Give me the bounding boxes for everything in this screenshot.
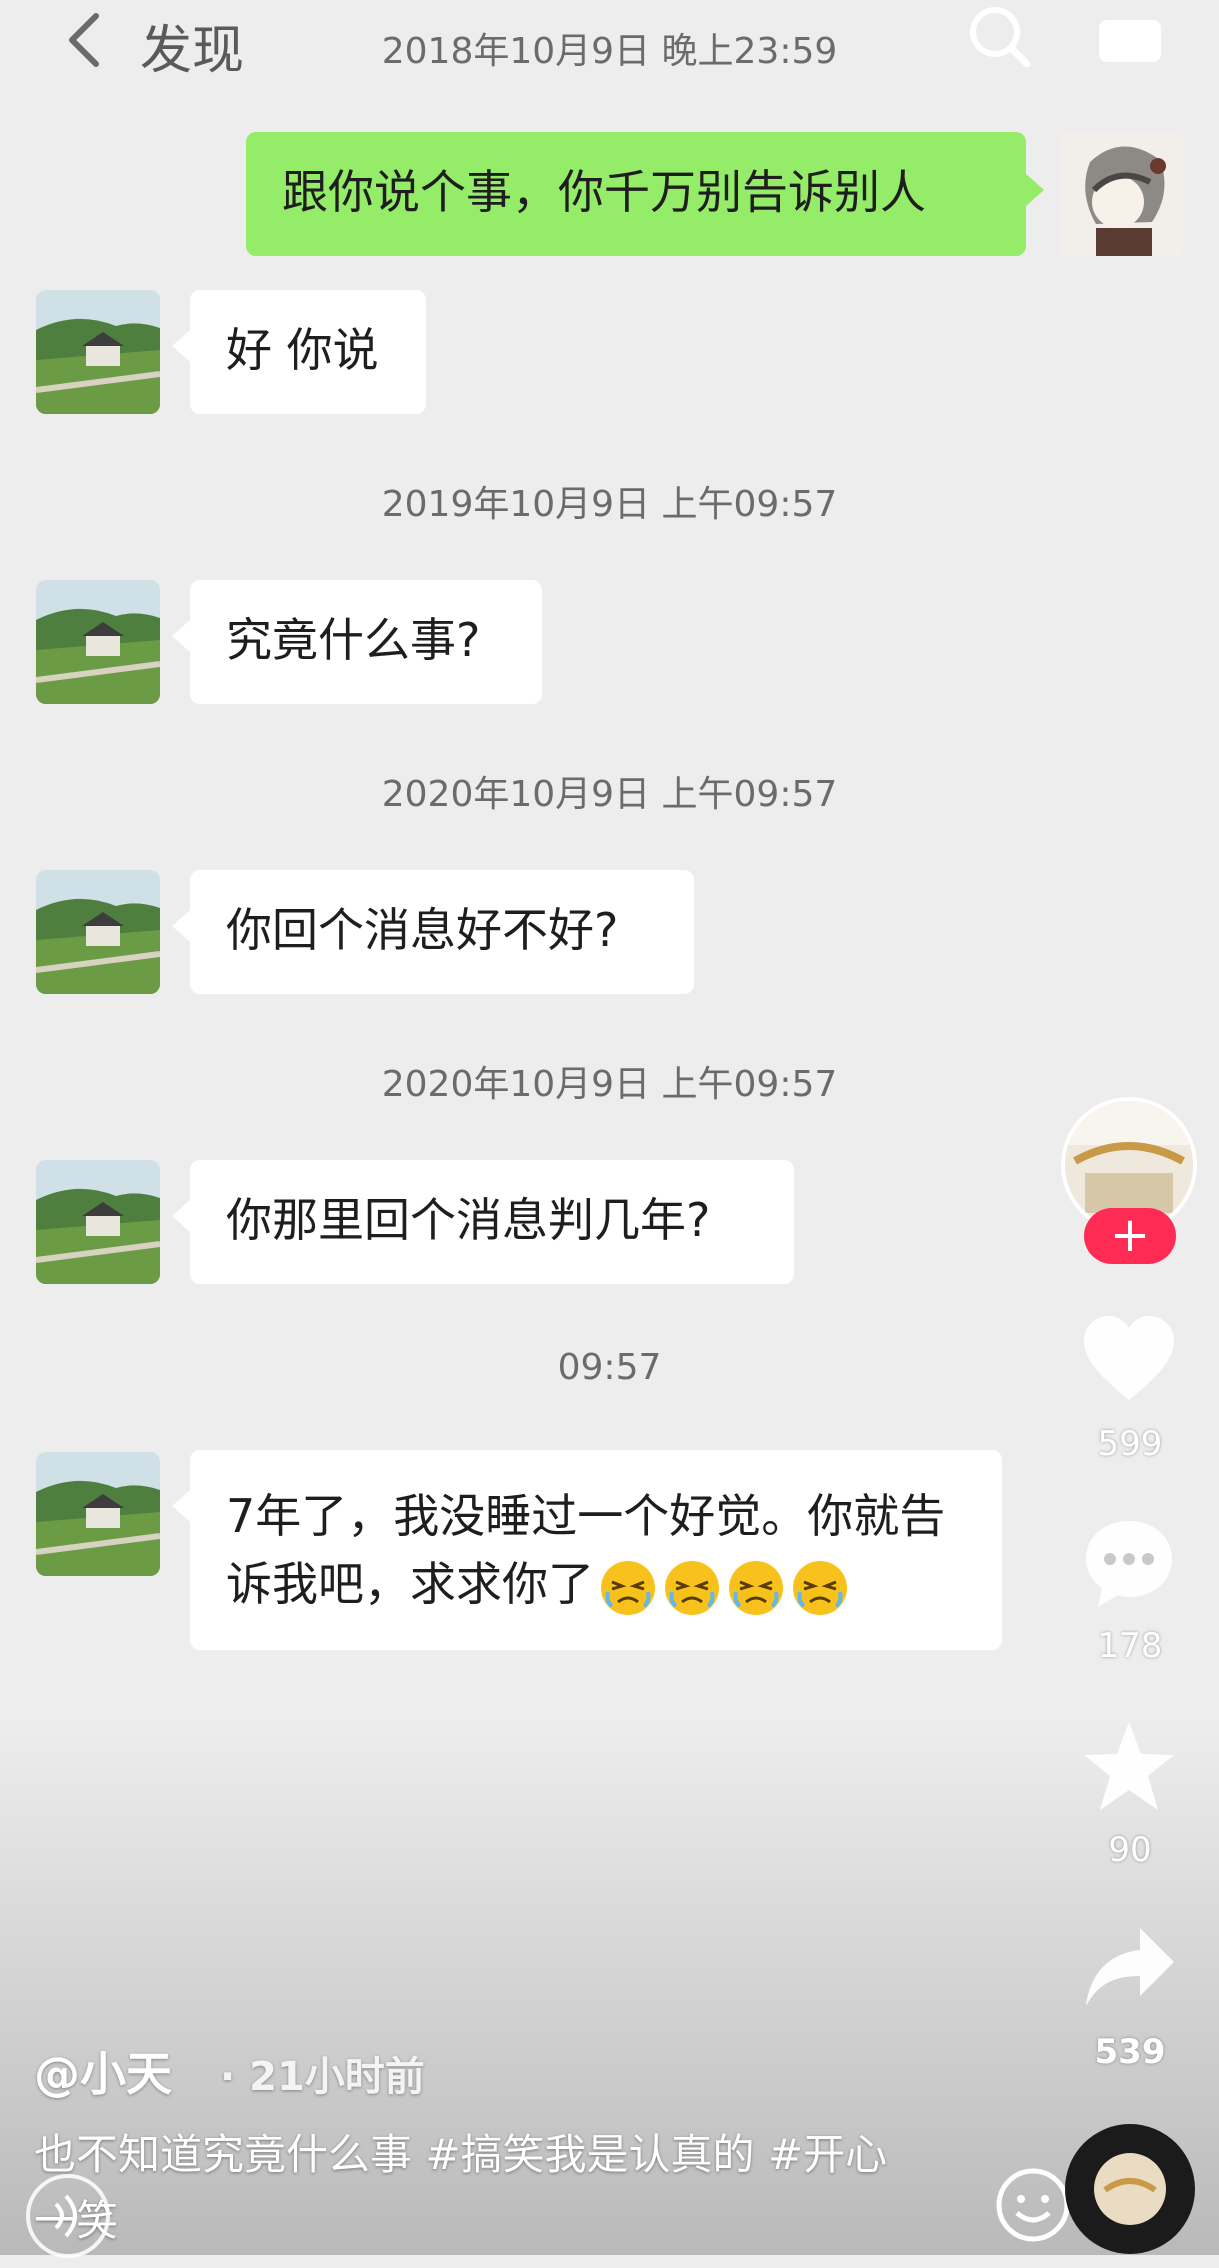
crying-emoji-icon	[793, 1560, 847, 1615]
received-message-bubble[interactable]: 好 你说	[172, 290, 426, 414]
message-text: 好 你说	[226, 323, 379, 377]
like-count: 599	[1097, 1424, 1163, 1464]
music-disc[interactable]	[1065, 2124, 1195, 2254]
message-timestamp: 09:57	[557, 1347, 662, 1388]
message-text: 你回个消息好不好?	[226, 903, 619, 957]
heart-icon	[1084, 1316, 1174, 1400]
star-icon	[1084, 1722, 1174, 1810]
message-text: 究竟什么事?	[226, 613, 481, 667]
search-icon	[970, 7, 1031, 68]
crying-emoji-group	[594, 1557, 850, 1615]
friend-avatar[interactable]	[36, 580, 160, 704]
follow-button[interactable]: +	[1084, 1208, 1176, 1264]
landscape-avatar-icon	[36, 1452, 160, 1576]
friend-avatar[interactable]	[36, 290, 160, 414]
header-timestamp: 2018年10月9日 晚上23:59	[381, 31, 838, 72]
video-call-button[interactable]	[1095, 12, 1165, 68]
share-icon	[1086, 1928, 1174, 2006]
message-timestamp: 2020年10月9日 上午09:57	[381, 774, 838, 815]
video-call-icon	[1099, 20, 1161, 62]
favorite-button[interactable]	[1080, 1718, 1178, 1816]
message-timestamp: 2020年10月9日 上午09:57	[381, 1064, 838, 1105]
landscape-avatar-icon	[36, 580, 160, 704]
landscape-avatar-icon	[36, 290, 160, 414]
crying-emoji-icon	[601, 1560, 655, 1615]
share-count: 539	[1094, 2032, 1166, 2072]
comment-icon	[1086, 1521, 1172, 1607]
received-message-bubble[interactable]: 究竟什么事?	[172, 580, 542, 704]
emoji-button[interactable]	[993, 2165, 1073, 2245]
emoji-icon	[996, 2168, 1070, 2242]
sound-icon	[26, 2174, 110, 2258]
friend-avatar[interactable]	[36, 870, 160, 994]
landscape-avatar-icon	[36, 870, 160, 994]
crying-emoji-icon	[729, 1560, 783, 1615]
author-name[interactable]: @小天	[34, 2038, 172, 2104]
chat-header: 发现 2018年10月9日 晚上23:59	[0, 0, 1219, 81]
message-text: 你那里回个消息判几年?	[226, 1193, 711, 1247]
friend-avatar[interactable]	[36, 1452, 160, 1576]
crying-emoji-icon	[665, 1560, 719, 1615]
comment-button[interactable]	[1080, 1515, 1178, 1613]
landscape-avatar-icon	[36, 1160, 160, 1284]
sound-button[interactable]	[20, 2168, 116, 2264]
post-time: · 21小时前	[220, 2054, 425, 2100]
favorite-count: 90	[1108, 1830, 1152, 1870]
message-text: 跟你说个事，你千万别告诉别人	[282, 165, 926, 219]
received-message-bubble[interactable]: 7年了，我没睡过一个好觉。你就告诉我吧，求求你了	[172, 1450, 1002, 1650]
message-timestamp: 2019年10月9日 上午09:57	[381, 484, 838, 525]
received-message-bubble[interactable]: 你回个消息好不好?	[172, 870, 694, 994]
sent-message-bubble[interactable]: 跟你说个事，你千万别告诉别人	[246, 132, 1044, 256]
comment-count: 178	[1097, 1626, 1163, 1666]
post-caption[interactable]: 也不知道究竟什么事 #搞笑我是认真的 #开心一笑	[34, 2122, 914, 2254]
my-avatar[interactable]	[1060, 132, 1184, 256]
friend-avatar[interactable]	[36, 1160, 160, 1284]
share-button[interactable]	[1080, 1920, 1178, 2018]
search-button[interactable]	[965, 2, 1035, 72]
music-disc-icon	[1068, 2127, 1192, 2251]
anime-character-avatar-icon	[1060, 132, 1184, 256]
received-message-bubble[interactable]: 你那里回个消息判几年?	[172, 1160, 794, 1284]
like-button[interactable]	[1080, 1312, 1178, 1410]
